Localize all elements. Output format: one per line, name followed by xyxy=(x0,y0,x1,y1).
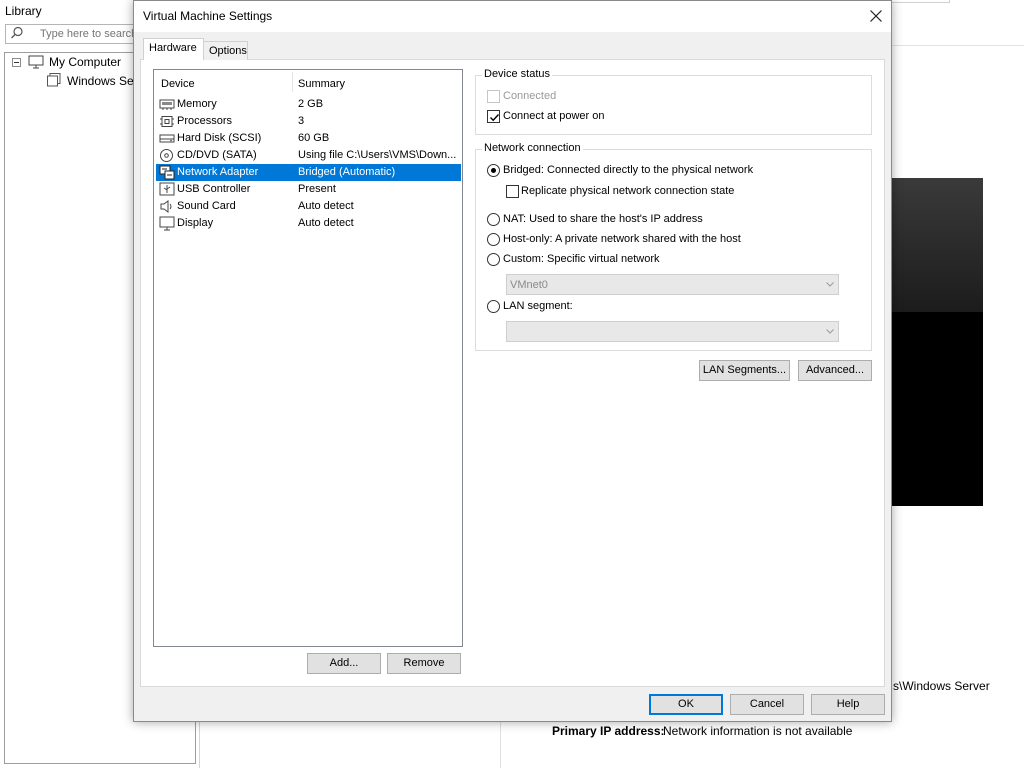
lan-segment-radio[interactable] xyxy=(487,300,500,313)
hard-disk-icon xyxy=(159,131,175,146)
device-summary: Bridged (Automatic) xyxy=(298,166,396,178)
device-row-memory[interactable]: Memory 2 GB xyxy=(156,96,461,113)
chevron-down-icon xyxy=(826,282,834,287)
column-header-device[interactable]: Device xyxy=(161,78,195,90)
cd-dvd-icon xyxy=(159,148,175,163)
nat-radio[interactable] xyxy=(487,213,500,226)
device-summary: 60 GB xyxy=(298,132,330,144)
help-button[interactable]: Help xyxy=(811,694,885,715)
device-list[interactable]: Device Summary Memory 2 GB Processors 3 … xyxy=(153,69,463,647)
network-connection-title: Network connection xyxy=(482,142,583,154)
tree-item-my-computer[interactable]: My Computer xyxy=(49,55,121,69)
nat-label: NAT: Used to share the host's IP address xyxy=(503,213,703,225)
library-search-box[interactable] xyxy=(5,24,145,44)
add-device-button[interactable]: Add... xyxy=(307,653,381,674)
cancel-button[interactable]: Cancel xyxy=(730,694,804,715)
device-summary: 3 xyxy=(298,115,305,127)
processor-icon xyxy=(159,114,175,129)
column-header-summary[interactable]: Summary xyxy=(298,78,345,90)
device-name: Processors xyxy=(177,115,233,127)
device-row-hard-disk[interactable]: Hard Disk (SCSI) 60 GB xyxy=(156,130,461,147)
device-name: Network Adapter xyxy=(177,166,259,178)
device-summary: Auto detect xyxy=(298,200,354,212)
computer-icon xyxy=(28,55,44,69)
replicate-state-label: Replicate physical network connection st… xyxy=(521,185,735,197)
custom-network-select[interactable]: VMnet0 xyxy=(506,274,839,295)
network-adapter-icon xyxy=(159,165,175,180)
primary-ip-label: Primary IP address: xyxy=(552,724,665,738)
memory-icon xyxy=(159,97,175,112)
device-name: Sound Card xyxy=(177,200,236,212)
network-connection-group: Network connection Bridged: Connected di… xyxy=(475,142,872,351)
column-separator[interactable] xyxy=(292,72,293,92)
close-icon xyxy=(870,10,882,22)
device-status-group: Device status Connected Connect at power… xyxy=(475,68,872,135)
device-status-title: Device status xyxy=(482,68,553,80)
device-row-processors[interactable]: Processors 3 xyxy=(156,113,461,130)
device-row-usb[interactable]: USB Controller Present xyxy=(156,181,461,198)
device-name: USB Controller xyxy=(177,183,251,195)
replicate-state-checkbox[interactable] xyxy=(506,185,519,198)
vm-preview-highlight xyxy=(880,178,983,312)
primary-ip-value: Network information is not available xyxy=(663,724,853,738)
tab-hardware[interactable]: Hardware xyxy=(143,38,204,60)
dialog-titlebar: Virtual Machine Settings xyxy=(134,1,891,32)
device-row-display[interactable]: Display Auto detect xyxy=(156,215,461,232)
tree-collapse-toggle[interactable] xyxy=(12,58,21,67)
advanced-button[interactable]: Advanced... xyxy=(798,360,872,381)
connected-label: Connected xyxy=(503,90,557,102)
tab-options[interactable]: Options xyxy=(203,41,248,60)
lan-segment-label: LAN segment: xyxy=(503,300,573,312)
chevron-down-icon xyxy=(826,329,834,334)
lan-segments-button[interactable]: LAN Segments... xyxy=(699,360,790,381)
device-summary: Auto detect xyxy=(298,217,354,229)
connect-at-power-on-label: Connect at power on xyxy=(503,110,605,122)
device-row-sound-card[interactable]: Sound Card Auto detect xyxy=(156,198,461,215)
custom-label: Custom: Specific virtual network xyxy=(503,253,660,265)
remove-device-button[interactable]: Remove xyxy=(387,653,461,674)
connected-checkbox[interactable] xyxy=(487,90,500,103)
custom-radio[interactable] xyxy=(487,253,500,266)
device-row-cd-dvd[interactable]: CD/DVD (SATA) Using file C:\Users\VMS\Do… xyxy=(156,147,461,164)
connect-at-power-on-checkbox[interactable] xyxy=(487,110,500,123)
checkmark-icon xyxy=(490,114,500,122)
search-icon xyxy=(10,26,26,42)
close-button[interactable] xyxy=(862,3,890,29)
library-search-input[interactable] xyxy=(40,26,140,42)
display-icon xyxy=(159,216,175,231)
host-only-radio[interactable] xyxy=(487,233,500,246)
bridged-radio[interactable] xyxy=(487,164,500,177)
device-name: Hard Disk (SCSI) xyxy=(177,132,262,144)
device-name: Display xyxy=(177,217,214,229)
sound-card-icon xyxy=(159,199,175,214)
device-name: Memory xyxy=(177,98,217,110)
ok-button[interactable]: OK xyxy=(649,694,723,715)
device-summary: Present xyxy=(298,183,336,195)
lan-segment-select[interactable] xyxy=(506,321,839,342)
dialog-title: Virtual Machine Settings xyxy=(143,9,273,23)
usb-icon xyxy=(159,182,175,197)
device-summary: 2 GB xyxy=(298,98,324,110)
vm-config-path: s\Windows Server xyxy=(893,679,990,693)
library-title: Library xyxy=(5,4,42,18)
custom-network-value: VMnet0 xyxy=(510,279,548,291)
vm-icon xyxy=(47,73,61,87)
device-summary: Using file C:\Users\VMS\Down... xyxy=(298,149,457,161)
vm-settings-dialog: Virtual Machine Settings Hardware Option… xyxy=(133,0,892,722)
device-name: CD/DVD (SATA) xyxy=(177,149,257,161)
bridged-label: Bridged: Connected directly to the physi… xyxy=(503,164,754,176)
host-only-label: Host-only: A private network shared with… xyxy=(503,233,741,245)
device-row-network-adapter[interactable]: Network Adapter Bridged (Automatic) xyxy=(156,164,461,181)
